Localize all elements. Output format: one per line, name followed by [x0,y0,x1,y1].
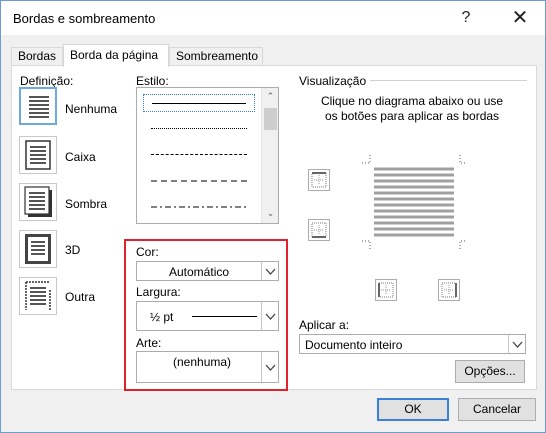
preset-custom[interactable] [19,277,57,315]
page-box-icon [25,140,51,170]
apply-to-dropdown-arrow[interactable] [508,335,525,353]
right-border-button[interactable] [438,279,460,301]
style-solid[interactable] [143,94,255,112]
chevron-down-icon [265,364,276,371]
art-label: Arte: [136,336,162,350]
left-border-button[interactable] [375,279,397,301]
width-label: Largura: [136,285,181,299]
style-dotted[interactable] [143,120,255,138]
color-label: Cor: [136,245,159,259]
border-bottom-icon [311,222,327,238]
art-value: (nenhuma) [173,355,232,369]
preset-3d[interactable] [19,230,57,268]
scroll-up-icon[interactable]: ⌃ [262,88,279,105]
color-dropdown-arrow[interactable] [261,262,278,280]
page-shadow-icon [24,186,52,217]
tab-borda-da-pagina[interactable]: Borda da página [63,44,169,67]
ok-button[interactable]: OK [377,398,449,421]
apply-to-dropdown[interactable]: Documento inteiro [299,334,526,354]
chevron-down-icon [512,341,523,348]
page-preview-icon [362,155,466,249]
preview-diagram[interactable] [358,153,468,253]
title-bar: Bordas e sombreamento ? ✕ [1,1,545,35]
art-dropdown-arrow[interactable] [261,352,278,382]
preset-none[interactable] [19,87,57,125]
preset-3d-label: 3D [65,243,81,257]
preset-none-label: Nenhuma [65,102,118,116]
preset-box-label: Caixa [65,150,96,164]
width-value: ½ pt [150,310,174,324]
tab-bordas[interactable]: Bordas [11,47,63,66]
border-left-icon [378,282,394,298]
width-dropdown[interactable]: ½ pt [136,301,279,331]
preview-separator [370,80,527,81]
scroll-thumb[interactable] [264,108,277,130]
art-dropdown[interactable]: (nenhuma) [136,351,279,383]
chevron-down-icon [265,268,276,275]
preview-help-text: Clique no diagrama abaixo ou use os botõ… [320,94,504,123]
options-button[interactable]: Opções... [455,360,525,383]
apply-to-label: Aplicar a: [299,318,350,332]
tab-sombreamento[interactable]: Sombreamento [169,47,263,66]
bottom-border-button[interactable] [308,219,330,241]
style-long-dash[interactable] [143,172,255,190]
top-border-button[interactable] [308,169,330,191]
window-title: Bordas e sombreamento [13,11,156,26]
help-button[interactable]: ? [453,7,479,29]
border-right-icon [441,282,457,298]
close-button[interactable]: ✕ [507,7,533,29]
style-dash-dot[interactable] [143,198,255,216]
color-dropdown[interactable]: Automático [136,261,279,281]
preset-shadow[interactable] [19,183,57,221]
style-label: Estilo: [136,74,169,88]
preset-box[interactable] [19,136,57,174]
apply-to-value: Documento inteiro [305,338,403,352]
preset-custom-label: Outra [65,290,96,304]
style-scrollbar[interactable]: ⌃ ⌄ [261,88,278,223]
definition-label: Definição: [20,74,74,88]
page-3d-icon [25,234,51,264]
width-line-preview [192,316,257,317]
preview-label: Visualização [299,74,367,88]
color-value: Automático [169,265,230,279]
borders-shading-dialog: Bordas e sombreamento ? ✕ Bordas Borda d… [0,0,546,433]
chevron-down-icon [265,313,276,320]
page-none-icon [29,96,49,118]
preset-shadow-label: Sombra [65,197,108,211]
page-custom-icon [25,281,51,310]
cancel-button[interactable]: Cancelar [458,398,536,421]
border-top-icon [311,172,327,188]
style-dashed[interactable] [143,146,255,164]
style-list[interactable]: ⌃ ⌄ [136,87,279,224]
width-dropdown-arrow[interactable] [261,302,278,330]
scroll-down-icon[interactable]: ⌄ [262,205,279,222]
